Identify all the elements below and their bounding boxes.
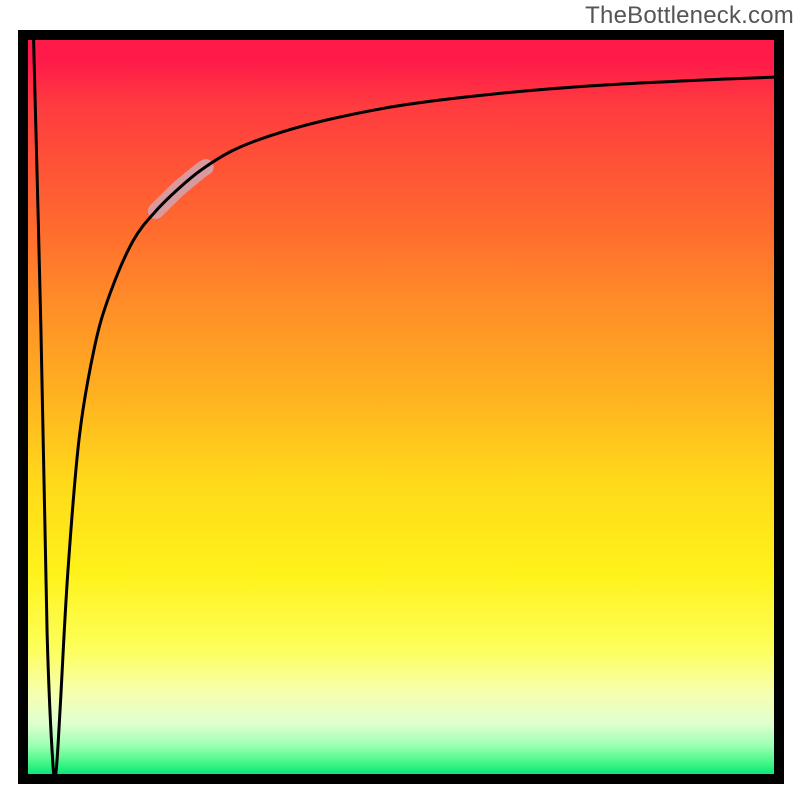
bottleneck-curve <box>33 30 784 782</box>
plot-frame <box>18 30 784 784</box>
watermark-text: TheBottleneck.com <box>585 2 794 30</box>
curve-layer <box>18 30 784 784</box>
chart-container: TheBottleneck.com <box>0 0 800 800</box>
